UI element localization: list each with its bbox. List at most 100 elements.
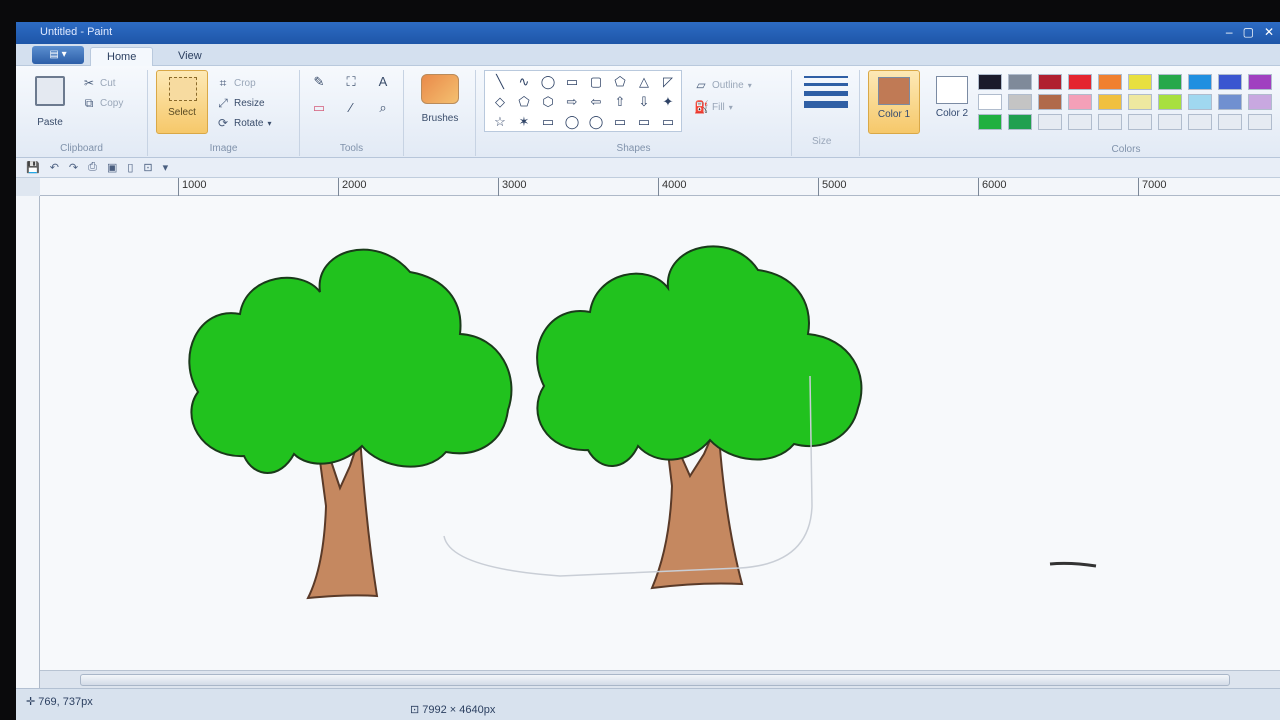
palette-swatch[interactable] xyxy=(1008,74,1032,90)
palette-swatch[interactable] xyxy=(1128,114,1152,130)
palette-swatch[interactable] xyxy=(1128,74,1152,90)
polygon-shape-icon[interactable]: ⬠ xyxy=(609,73,631,91)
hexagon-shape-icon[interactable]: ⬡ xyxy=(537,93,559,111)
resize-label: Resize xyxy=(234,97,265,109)
eraser-icon[interactable]: ▭ xyxy=(308,98,330,118)
copy-button[interactable]: ⧉ Copy xyxy=(82,96,124,110)
palette-swatch[interactable] xyxy=(978,114,1002,130)
vertical-ruler xyxy=(16,196,40,696)
palette-swatch[interactable] xyxy=(1248,114,1272,130)
drawing-canvas[interactable] xyxy=(40,196,1280,670)
triangle-shape-icon[interactable]: △ xyxy=(633,73,655,91)
palette-swatch[interactable] xyxy=(1098,114,1122,130)
palette-swatch[interactable] xyxy=(1218,94,1242,110)
color2-swatch xyxy=(936,76,968,104)
palette-swatch[interactable] xyxy=(1068,114,1092,130)
palette-swatch[interactable] xyxy=(1218,114,1242,130)
palette-swatch[interactable] xyxy=(1188,74,1212,90)
tab-view[interactable]: View xyxy=(162,47,218,66)
save-icon[interactable]: 💾 xyxy=(26,161,40,174)
palette-swatch[interactable] xyxy=(1008,114,1032,130)
pencil-icon[interactable]: ✎ xyxy=(308,72,330,92)
palette-swatch[interactable] xyxy=(1158,94,1182,110)
print-icon[interactable]: ⎙ xyxy=(88,161,97,174)
new-file-icon[interactable]: ▯ xyxy=(127,161,133,174)
quick-access-toolbar: 💾 ↶ ↷ ⎙ ▣ ▯ ⊡ ▾ xyxy=(16,158,1280,178)
callout-rect-shape-icon[interactable]: ▭ xyxy=(537,113,559,131)
palette-swatch[interactable] xyxy=(1188,114,1212,130)
tree-right-crown xyxy=(536,245,863,467)
outline-button[interactable]: ▱ Outline ▾ xyxy=(694,78,751,92)
crop-button[interactable]: ⌗ Crop xyxy=(216,76,256,90)
select-button[interactable]: Select xyxy=(156,70,208,134)
palette-swatch[interactable] xyxy=(1158,74,1182,90)
maximize-button[interactable]: ▢ xyxy=(1243,25,1254,39)
open-icon[interactable]: ⊡ xyxy=(143,161,152,174)
up-arrow-shape-icon[interactable]: ⇧ xyxy=(609,93,631,111)
curve-shape-icon[interactable]: ∿ xyxy=(513,73,535,91)
color2-button[interactable]: Color 2 xyxy=(926,70,978,134)
image-icon[interactable]: ▣ xyxy=(107,161,117,174)
more-shapes-icon[interactable]: ▭ xyxy=(657,113,679,131)
rectangle-shape-icon[interactable]: ▭ xyxy=(561,73,583,91)
four-point-star-shape-icon[interactable]: ✦ xyxy=(657,93,679,111)
five-point-star-shape-icon[interactable]: ☆ xyxy=(489,113,511,131)
oval-shape-icon[interactable]: ◯ xyxy=(537,73,559,91)
diamond-shape-icon[interactable]: ◇ xyxy=(489,93,511,111)
text-icon[interactable]: A xyxy=(372,72,394,92)
right-triangle-shape-icon[interactable]: ◸ xyxy=(657,73,679,91)
palette-swatch[interactable] xyxy=(1068,94,1092,110)
palette-swatch[interactable] xyxy=(1038,74,1062,90)
line-shape-icon[interactable]: ╲ xyxy=(489,73,511,91)
color1-button[interactable]: Color 1 xyxy=(868,70,920,134)
paste-button[interactable]: Paste xyxy=(28,72,72,136)
color-picker-icon[interactable]: ⁄ xyxy=(340,98,362,118)
shapes-group-label: Shapes xyxy=(616,143,651,154)
scrollbar-thumb[interactable] xyxy=(80,674,1230,686)
rotate-button[interactable]: ⟳ Rotate ▾ xyxy=(216,116,272,130)
close-button[interactable]: ✕ xyxy=(1264,25,1274,39)
cut-button[interactable]: ✂ Cut xyxy=(82,76,116,90)
palette-swatch[interactable] xyxy=(1248,94,1272,110)
pentagon-shape-icon[interactable]: ⬠ xyxy=(513,93,535,111)
palette-swatch[interactable] xyxy=(1008,94,1032,110)
horizontal-scrollbar[interactable] xyxy=(40,670,1280,688)
paint-menu-button[interactable]: ▤ ▾ xyxy=(32,46,84,64)
six-point-star-shape-icon[interactable]: ✶ xyxy=(513,113,535,131)
redo-icon[interactable]: ↷ xyxy=(69,161,78,174)
palette-swatch[interactable] xyxy=(1038,114,1062,130)
tab-home[interactable]: Home xyxy=(90,47,154,66)
palette-swatch[interactable] xyxy=(1188,94,1212,110)
lightning-shape-icon[interactable]: ▭ xyxy=(633,113,655,131)
palette-swatch[interactable] xyxy=(1068,74,1092,90)
rounded-rectangle-shape-icon[interactable]: ▢ xyxy=(585,73,607,91)
shapes-gallery[interactable]: ╲ ∿ ◯ ▭ ▢ ⬠ △ ◸ ◇ ⬠ ⬡ ⇨ ⇦ ⇧ ⇩ ✦ ☆ ✶ ▭ ◯ … xyxy=(484,70,682,132)
minimize-button[interactable]: – xyxy=(1226,25,1233,39)
palette-swatch[interactable] xyxy=(1248,74,1272,90)
cloud-callout-shape-icon[interactable]: ◯ xyxy=(585,113,607,131)
down-arrow-shape-icon[interactable]: ⇩ xyxy=(633,93,655,111)
right-arrow-shape-icon[interactable]: ⇨ xyxy=(561,93,583,111)
scissors-icon: ✂ xyxy=(83,76,95,90)
title-bar: Untitled - Paint – ▢ ✕ xyxy=(16,22,1280,44)
left-arrow-shape-icon[interactable]: ⇦ xyxy=(585,93,607,111)
customize-toolbar-icon[interactable]: ▾ xyxy=(163,161,169,174)
resize-button[interactable]: ⤢ Resize xyxy=(216,96,265,110)
palette-swatch[interactable] xyxy=(978,74,1002,90)
fill-icon[interactable]: ⛶ xyxy=(340,72,362,92)
magnifier-icon[interactable]: ⌕ xyxy=(372,98,394,118)
palette-swatch[interactable] xyxy=(1038,94,1062,110)
palette-swatch[interactable] xyxy=(978,94,1002,110)
heart-shape-icon[interactable]: ▭ xyxy=(609,113,631,131)
undo-icon[interactable]: ↶ xyxy=(50,161,59,174)
palette-swatch[interactable] xyxy=(1128,94,1152,110)
size-button[interactable] xyxy=(804,76,848,113)
palette-swatch[interactable] xyxy=(1098,74,1122,90)
fill-button[interactable]: ⛽ Fill ▾ xyxy=(694,100,733,114)
brushes-button[interactable]: Brushes xyxy=(414,72,466,128)
palette-swatch[interactable] xyxy=(1218,74,1242,90)
callout-oval-shape-icon[interactable]: ◯ xyxy=(561,113,583,131)
palette-swatch[interactable] xyxy=(1098,94,1122,110)
clipboard-icon xyxy=(35,76,65,106)
palette-swatch[interactable] xyxy=(1158,114,1182,130)
